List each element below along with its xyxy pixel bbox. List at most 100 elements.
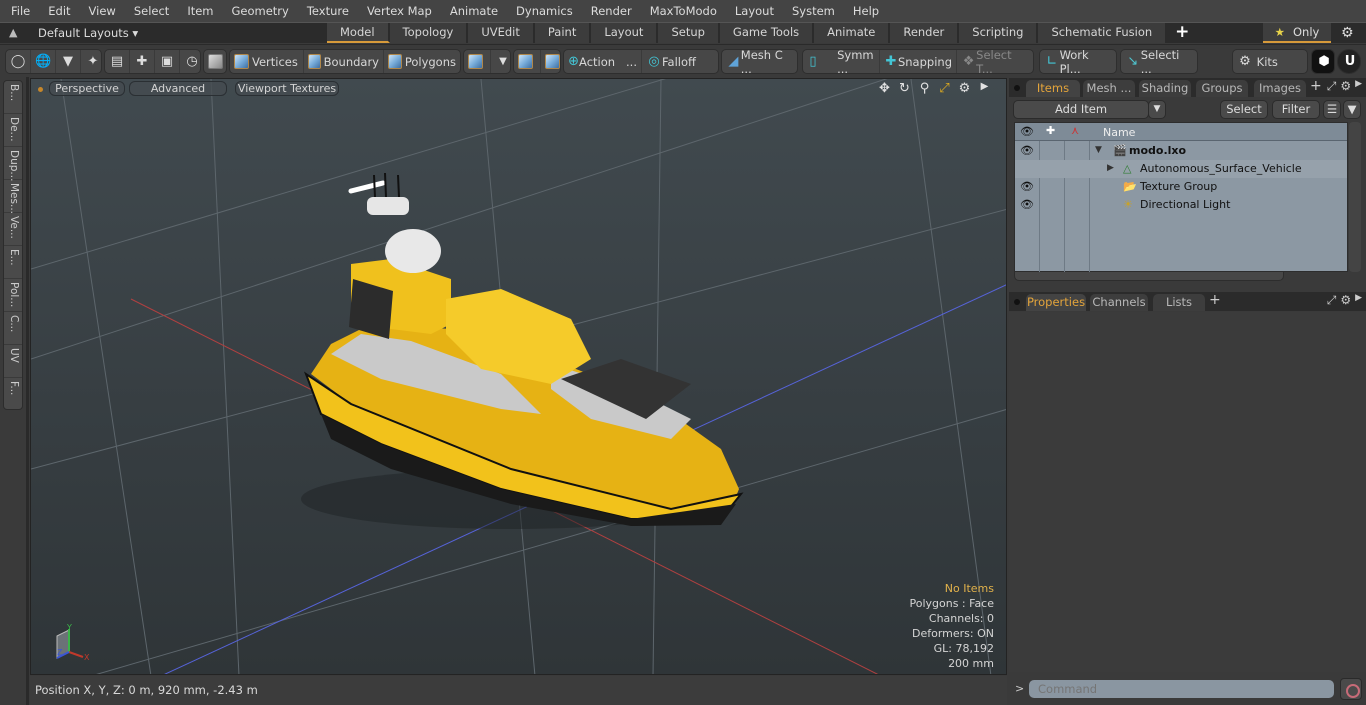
command-input[interactable] <box>1029 680 1334 698</box>
tree-row-texture-group[interactable]: 👁 📂 Texture Group <box>1015 178 1347 196</box>
left-tab-duplicate[interactable]: Dup... <box>4 147 22 181</box>
vertices-button[interactable]: Vertices <box>230 50 304 73</box>
filter-button[interactable]: Filter <box>1272 100 1320 119</box>
left-tab-curve[interactable]: C... <box>4 312 22 345</box>
expand-icon[interactable]: ⤢ <box>1327 79 1337 94</box>
add-item-button[interactable]: Add Item <box>1013 100 1149 119</box>
tree-row-directional-light[interactable]: 👁 ☀ Directional Light <box>1015 196 1347 214</box>
tab-game-tools[interactable]: Game Tools <box>719 23 815 43</box>
kits-button[interactable]: ⚙ Kits <box>1233 50 1282 73</box>
expand-arrow-icon[interactable]: ▶ <box>1107 163 1114 173</box>
menu-view[interactable]: View <box>80 4 125 18</box>
tab-items[interactable]: Items <box>1026 80 1080 97</box>
panel-options-dot[interactable] <box>1014 85 1020 91</box>
snapping-button[interactable]: ✚ Snapping <box>880 50 957 73</box>
rotate-view-icon[interactable]: ↻ <box>897 81 912 96</box>
menu-geometry[interactable]: Geometry <box>223 4 298 18</box>
unity-button[interactable]: ⬢ <box>1312 50 1336 73</box>
shading-dropdown[interactable]: Advanced <box>129 81 227 96</box>
add-item-dropdown[interactable]: ▼ <box>1148 100 1166 119</box>
add-tab-button[interactable]: + <box>1167 23 1200 43</box>
expand-icon[interactable]: ⤢ <box>1327 293 1337 308</box>
menu-dynamics[interactable]: Dynamics <box>507 4 582 18</box>
tab-model[interactable]: Model <box>327 23 390 43</box>
visibility-eye-icon[interactable]: 👁 <box>1020 180 1034 193</box>
panel-arrow-icon[interactable]: ▶ <box>1355 293 1362 308</box>
left-separator[interactable] <box>26 77 29 705</box>
maximize-icon[interactable]: ⤢ <box>937 81 952 96</box>
panel-arrow-icon[interactable]: ▶ <box>1355 79 1362 94</box>
pivot-button[interactable] <box>514 50 541 73</box>
tab-images[interactable]: Images <box>1254 80 1306 97</box>
tree-row-autonomous-surface-vehicle[interactable]: ▶ △ Autonomous_Surface_Vehicle <box>1015 160 1347 178</box>
pen-button[interactable]: ▼ <box>56 50 81 73</box>
add-panel-tab-icon[interactable]: + <box>1209 292 1221 308</box>
collapse-up-icon[interactable]: ▲ <box>9 26 21 39</box>
menu-texture[interactable]: Texture <box>298 4 358 18</box>
left-tab-mesh-edit[interactable]: Mes... <box>4 180 22 214</box>
only-button[interactable]: ★ Only <box>1263 23 1331 43</box>
visibility-eye-icon[interactable]: 👁 <box>1020 198 1034 211</box>
panel-gear-icon[interactable]: ⚙ <box>1340 293 1351 308</box>
tab-schematic-fusion[interactable]: Schematic Fusion <box>1038 23 1168 43</box>
viewport-gear-icon[interactable]: ⚙ <box>957 81 972 96</box>
circle-select-button[interactable]: ◯ <box>6 50 31 73</box>
action-center-button[interactable]: ⊕ Action ... <box>564 50 642 73</box>
zoom-view-icon[interactable]: ⚲ <box>917 81 932 96</box>
panel-gear-icon[interactable]: ⚙ <box>1340 79 1351 94</box>
menu-select[interactable]: Select <box>125 4 178 18</box>
viewport-textures-dropdown[interactable]: Viewport Textures <box>235 81 339 96</box>
default-layouts-dropdown[interactable]: Default Layouts ▾ <box>38 26 138 40</box>
select-through-button[interactable]: ❖ Select T... <box>957 48 1033 76</box>
filter-funnel-button[interactable]: ▼ <box>1343 100 1361 119</box>
left-tab-polygon[interactable]: Pol... <box>4 279 22 312</box>
menu-maxtomodo[interactable]: MaxToModo <box>641 4 726 18</box>
tab-channels[interactable]: Channels <box>1090 294 1148 311</box>
gear-icon[interactable]: ⚙ <box>1341 25 1354 41</box>
menu-help[interactable]: Help <box>844 4 888 18</box>
left-tab-vertex[interactable]: Ve... <box>4 213 22 246</box>
left-tab-deform[interactable]: De... <box>4 114 22 147</box>
tree-scrollbar[interactable] <box>1349 122 1361 272</box>
list-options-button[interactable]: ☰ <box>1323 100 1341 119</box>
tab-groups[interactable]: Groups <box>1196 80 1248 97</box>
cross-button[interactable]: ✚ <box>130 50 155 73</box>
tab-lists[interactable]: Lists <box>1153 294 1205 311</box>
perspective-dropdown[interactable]: Perspective <box>49 81 125 96</box>
visibility-eye-icon[interactable]: 👁 <box>1020 144 1034 157</box>
menu-file[interactable]: File <box>0 4 39 18</box>
timer-button[interactable]: ◷ <box>180 50 204 73</box>
tab-paint[interactable]: Paint <box>534 23 592 43</box>
tab-layout[interactable]: Layout <box>591 23 659 43</box>
polygons-button[interactable]: Polygons <box>384 50 460 73</box>
move-view-icon[interactable]: ✥ <box>877 81 892 96</box>
add-panel-tab-icon[interactable]: + <box>1310 78 1322 94</box>
tab-render[interactable]: Render <box>890 23 960 43</box>
sphere-button[interactable]: 🌐 <box>31 50 56 73</box>
tab-properties[interactable]: Properties <box>1026 294 1086 311</box>
lasso-button[interactable]: ✦ <box>81 50 105 73</box>
left-tab-fusion[interactable]: F... <box>4 378 22 411</box>
lock-header-icon[interactable]: ✚ <box>1046 124 1055 137</box>
frame-button[interactable]: ▣ <box>155 50 180 73</box>
tab-setup[interactable]: Setup <box>658 23 720 43</box>
viewport-options-dot[interactable] <box>38 87 43 92</box>
menu-vertex-map[interactable]: Vertex Map <box>358 4 441 18</box>
collapse-arrow-icon[interactable]: ▼ <box>1095 145 1102 155</box>
menu-layout[interactable]: Layout <box>726 4 783 18</box>
work-plane-button[interactable]: ∟ Work Pl... <box>1040 48 1116 76</box>
boundary-button[interactable]: Boundary <box>304 50 384 73</box>
select-button[interactable]: Select <box>1220 100 1268 119</box>
unreal-button[interactable]: U <box>1338 50 1362 73</box>
item-mode-button[interactable] <box>204 50 230 73</box>
tree-resize-handle[interactable] <box>1014 272 1284 281</box>
menu-edit[interactable]: Edit <box>39 4 79 18</box>
selection-sets-button[interactable]: ↘ Selecti ... <box>1121 48 1197 76</box>
visibility-header-icon[interactable]: 👁 <box>1020 125 1034 138</box>
menu-render[interactable]: Render <box>582 4 641 18</box>
tab-scripting[interactable]: Scripting <box>959 23 1039 43</box>
left-tab-basic[interactable]: B... <box>4 81 22 114</box>
menu-system[interactable]: System <box>783 4 844 18</box>
name-column-header[interactable]: Name <box>1103 126 1135 139</box>
tree-row-modo-lxo[interactable]: 👁 ▼ 🎬 modo.lxo <box>1015 142 1347 160</box>
